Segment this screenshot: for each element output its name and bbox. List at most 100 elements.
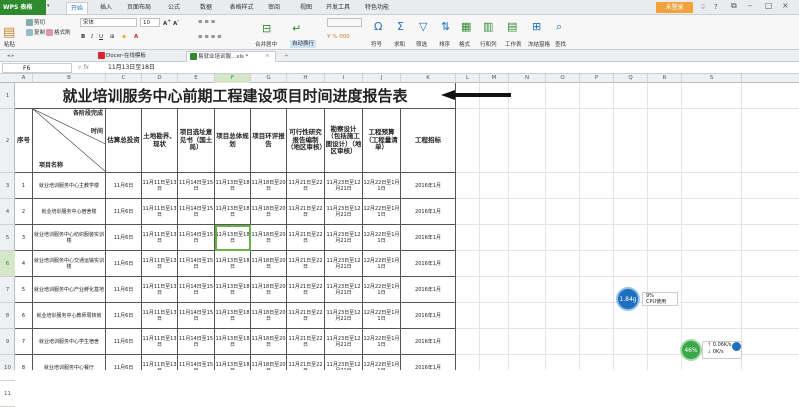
table-cell[interactable]: 11月23日至12月21日 (325, 303, 363, 329)
row-header-8[interactable]: 8 (0, 303, 15, 329)
bold-button[interactable]: B (81, 33, 85, 41)
selected-cell[interactable]: 11月13日至18日 (215, 225, 251, 251)
table-cell[interactable]: 11月23日至12月21日 (325, 277, 363, 303)
row-col-button[interactable]: 行和列 (480, 41, 497, 49)
wrap-text-button[interactable]: 自动换行 (290, 40, 317, 48)
copy-button[interactable]: 复制 (26, 29, 45, 37)
symbol-button[interactable]: 符号 (371, 41, 382, 49)
font-size-select[interactable]: 10 (140, 18, 160, 27)
table-cell[interactable]: 11月14日至15日 (178, 277, 215, 303)
sheet-icon[interactable]: ▤ (507, 21, 517, 32)
header-col-6[interactable]: 项目环评报告 (251, 109, 287, 173)
filter-button[interactable]: 筛选 (416, 41, 427, 49)
table-cell[interactable]: 2016年1月 (401, 225, 456, 251)
net-monitor-badge[interactable]: 46% (680, 339, 702, 361)
table-cell[interactable]: 2016年1月 (401, 277, 456, 303)
project-name-cell[interactable]: 就业培训服务中心交通运输实训楼 (33, 251, 106, 277)
table-cell[interactable]: 11月13日至18日 (215, 355, 251, 370)
close-tab-icon[interactable]: × (262, 51, 273, 62)
table-cell[interactable]: 11月6日 (106, 303, 142, 329)
table-cell[interactable]: 11月11日至13日 (142, 329, 178, 355)
table-cell[interactable]: 2016年1月 (401, 173, 456, 199)
table-cell[interactable]: 11月11日至13日 (142, 173, 178, 199)
header-col-3[interactable]: 土地勘界、现状 (142, 109, 178, 173)
table-cell[interactable]: 11月13日至18日 (215, 277, 251, 303)
table-cell[interactable]: 11月21日至22日 (287, 277, 325, 303)
sum-button[interactable]: 求和 (394, 41, 405, 49)
wps-logo[interactable]: WPS 表格 (0, 0, 46, 15)
skin-icon[interactable]: ♤ (700, 3, 706, 11)
menu-tab-1[interactable]: 开始 (66, 2, 88, 14)
underline-button[interactable]: U (99, 33, 103, 41)
freeze-button[interactable]: 冻结窗格 (528, 41, 550, 49)
table-cell[interactable]: 4 (15, 251, 33, 277)
column-header-m[interactable]: M (480, 74, 509, 83)
table-cell[interactable]: 11月6日 (106, 199, 142, 225)
table-cell[interactable]: 12月22日至1月1日 (363, 355, 401, 370)
paste-icon[interactable]: ▤ (3, 26, 15, 39)
column-header-q[interactable]: Q (614, 74, 648, 83)
align-left-icon[interactable]: ≡ ≡ ≡ ≡ (198, 33, 222, 41)
menu-tab-4[interactable]: 公式 (162, 2, 186, 14)
table-cell[interactable]: 11月23日至12月21日 (325, 173, 363, 199)
table-cell[interactable]: 11月21日至22日 (287, 199, 325, 225)
table-cell[interactable]: 11月18日至20日 (251, 251, 287, 277)
table-cell[interactable]: 11月14日至15日 (178, 355, 215, 370)
sheet-button[interactable]: 工作表 (505, 41, 522, 49)
column-header-o[interactable]: O (546, 74, 580, 83)
merge-center-button[interactable]: 合并居中 (255, 41, 277, 49)
column-header-d[interactable]: D (142, 74, 178, 83)
menu-tab-6[interactable]: 表格样式 (225, 2, 258, 14)
table-cell[interactable]: 11月21日至22日 (287, 173, 325, 199)
row-header-6[interactable]: 6 (0, 251, 15, 277)
table-cell[interactable]: 11月11日至13日 (142, 225, 178, 251)
table-cell[interactable]: 11月23日至12月21日 (325, 251, 363, 277)
table-cell[interactable]: 8 (15, 355, 33, 370)
menu-tab-7[interactable]: 审阅 (262, 2, 286, 14)
table-cell[interactable]: 11月21日至22日 (287, 251, 325, 277)
table-cell[interactable]: 11月13日至18日 (215, 199, 251, 225)
header-col-4[interactable]: 项目选址意见书（国土局） (178, 109, 215, 173)
table-cell[interactable]: 2016年1月 (401, 251, 456, 277)
symbol-icon[interactable]: Ω (374, 21, 382, 32)
header-col-10[interactable]: 工程招标 (401, 109, 456, 173)
table-cell[interactable]: 6 (15, 303, 33, 329)
table-cell[interactable]: 11月18日至20日 (251, 355, 287, 370)
menu-tab-3[interactable]: 页面布局 (124, 2, 154, 14)
header-col-7[interactable]: 可行性研究报告编制（地区审核） (287, 109, 325, 173)
table-cell[interactable]: 11月18日至20日 (251, 199, 287, 225)
menu-tab-2[interactable]: 插入 (96, 2, 116, 14)
table-cell[interactable]: 11月6日 (106, 329, 142, 355)
menu-tab-5[interactable]: 数据 (195, 2, 217, 14)
project-name-cell[interactable]: 就业培训服务中心宿舍楼 (33, 199, 106, 225)
new-tab-icon[interactable]: + (281, 51, 292, 62)
table-cell[interactable]: 11月18日至20日 (251, 303, 287, 329)
format-icon[interactable]: ▦ (461, 21, 471, 32)
table-cell[interactable]: 1 (15, 173, 33, 199)
function-icon[interactable]: ⌕ fx (78, 63, 89, 73)
dropdown-icon[interactable]: ▾ (47, 3, 56, 12)
row-header-1[interactable]: 1 (0, 83, 15, 109)
table-cell[interactable]: 7 (15, 329, 33, 355)
table-cell[interactable]: 11月6日 (106, 355, 142, 370)
table-cell[interactable]: 3 (15, 225, 33, 251)
table-cell[interactable]: 11月11日至13日 (142, 355, 178, 370)
paste-button[interactable]: 粘贴 (4, 41, 15, 49)
table-cell[interactable]: 11月11日至13日 (142, 303, 178, 329)
header-col-9[interactable]: 工程预算（工程量清单） (363, 109, 401, 173)
table-cell[interactable]: 12月22日至1月1日 (363, 329, 401, 355)
format-painter-button[interactable]: 格式刷 (46, 29, 71, 37)
table-cell[interactable]: 11月23日至12月21日 (325, 199, 363, 225)
column-header-s[interactable]: S (682, 74, 742, 83)
sum-icon[interactable]: Σ (397, 21, 404, 32)
project-name-cell[interactable]: 就业培训服务中心学生宿舍 (33, 329, 106, 355)
sort-button[interactable]: 排序 (439, 41, 450, 49)
table-cell[interactable]: 11月11日至13日 (142, 199, 178, 225)
table-cell[interactable]: 11月14日至15日 (178, 303, 215, 329)
table-cell[interactable]: 11月13日至18日 (215, 329, 251, 355)
table-cell[interactable]: 2016年1月 (401, 199, 456, 225)
column-header-k[interactable]: K (401, 74, 456, 83)
formula-input[interactable]: 11月13日至18日 (108, 63, 155, 73)
currency-icon[interactable]: ¥ % 000 (327, 33, 350, 41)
sheet-grid[interactable]: 就业培训服务中心前期工程建设项目时间进度报告表 序号 各阶段完成 时间 项目名称 估算总投… (15, 83, 799, 370)
